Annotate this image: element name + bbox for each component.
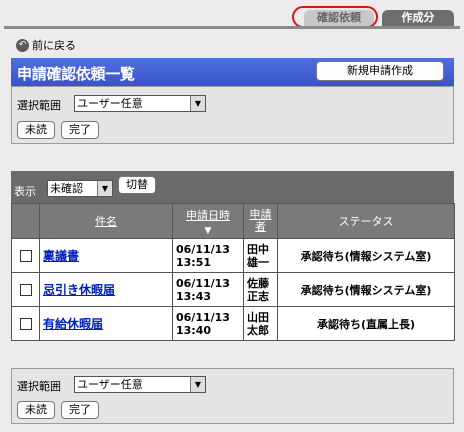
new-application-button[interactable]: 新規申請作成 — [316, 61, 444, 81]
scope-select-value: ユーザー任意 — [77, 378, 143, 391]
scope-select[interactable]: ユーザー任意 ▼ — [74, 95, 206, 112]
row-date: 06/11/13 — [176, 276, 230, 290]
row-title-link[interactable]: 忌引き休暇届 — [43, 283, 115, 297]
row-time: 13:43 — [176, 289, 212, 303]
back-arrow-icon: ↶ — [16, 38, 29, 52]
row-title-link[interactable]: 有給休暇届 — [43, 317, 103, 331]
table-header-row: 件名 申請日時 ▼ 申請者 ステータス — [11, 203, 455, 239]
divider — [4, 26, 460, 29]
display-toolbar: 表示 未確認 ▼ 切替 — [11, 171, 454, 203]
sort-down-icon: ▼ — [204, 225, 212, 236]
scope-select[interactable]: ユーザー任意 ▼ — [74, 376, 206, 393]
row-applicant-surname: 山田 — [247, 310, 269, 324]
row-date: 06/11/13 — [176, 242, 230, 256]
unread-button[interactable]: 未読 — [17, 121, 55, 139]
row-applicant-surname: 田中 — [247, 242, 269, 256]
back-link[interactable]: ↶ 前に戻る — [16, 37, 76, 53]
row-status: 承認待ち(直属上長) — [277, 306, 455, 341]
filter-panel-top: 選択範囲 ユーザー任意 ▼ 未読 完了 — [11, 86, 454, 144]
unread-button[interactable]: 未読 — [17, 401, 55, 419]
row-applicant-given: 雄一 — [247, 255, 269, 269]
display-select[interactable]: 未確認 ▼ — [47, 180, 113, 197]
display-select-value: 未確認 — [50, 182, 83, 195]
table-row: 稟議書 06/11/13 13:51 田中 雄一 承認待ち(情報システム室) — [11, 238, 455, 273]
row-checkbox[interactable] — [19, 250, 32, 262]
row-title-link[interactable]: 稟議書 — [43, 249, 79, 263]
tab-created[interactable]: 作成分 — [382, 10, 454, 26]
display-label: 表示 — [14, 185, 36, 198]
scope-label: 選択範囲 — [17, 99, 61, 112]
sort-by-name-link[interactable]: 件名 — [95, 215, 117, 228]
table-row: 有給休暇届 06/11/13 13:40 山田 太郎 承認待ち(直属上長) — [11, 306, 455, 341]
filter-panel-bottom: 選択範囲 ユーザー任意 ▼ 未読 完了 — [11, 368, 454, 424]
row-time: 13:51 — [176, 255, 212, 269]
column-header-date[interactable]: 申請日時 ▼ — [172, 203, 244, 239]
sort-by-date-link[interactable]: 申請日時 — [186, 209, 230, 222]
column-header-applicant[interactable]: 申請者 — [243, 203, 278, 239]
row-checkbox[interactable] — [19, 318, 32, 330]
row-applicant-surname: 佐藤 — [247, 276, 269, 290]
dropdown-arrow-icon: ▼ — [190, 96, 205, 111]
page-title: 申請確認依頼一覧 — [17, 65, 135, 83]
row-date: 06/11/13 — [176, 310, 230, 324]
request-table: 件名 申請日時 ▼ 申請者 ステータス 稟議書 06/11/13 13:51 田中雄… — [11, 203, 455, 341]
row-checkbox[interactable] — [19, 284, 32, 296]
switch-button[interactable]: 切替 — [118, 176, 156, 194]
row-applicant-given: 正志 — [247, 289, 269, 303]
row-applicant-given: 太郎 — [247, 323, 269, 337]
page-header: 申請確認依頼一覧 新規申請作成 — [11, 58, 454, 86]
row-status: 承認待ち(情報システム室) — [277, 238, 455, 273]
table-row: 忌引き休暇届 06/11/13 13:43 佐藤 正志 承認待ち(情報システム室) — [11, 272, 455, 307]
column-header-name[interactable]: 件名 — [39, 203, 173, 239]
row-time: 13:40 — [176, 323, 212, 337]
checkbox-header — [11, 203, 40, 239]
done-button[interactable]: 完了 — [61, 121, 99, 139]
scope-select-value: ユーザー任意 — [77, 97, 143, 110]
done-button[interactable]: 完了 — [61, 401, 99, 419]
sort-by-applicant-link[interactable]: 申請者 — [249, 209, 273, 233]
column-header-status: ステータス — [277, 203, 455, 239]
row-status: 承認待ち(情報システム室) — [277, 272, 455, 307]
dropdown-arrow-icon: ▼ — [190, 377, 205, 392]
tab-bar: 確認依頼 作成分 — [290, 6, 458, 28]
highlight-circle — [292, 6, 378, 28]
back-label: 前に戻る — [32, 39, 76, 52]
scope-label: 選択範囲 — [17, 380, 61, 393]
dropdown-arrow-icon: ▼ — [97, 181, 112, 196]
